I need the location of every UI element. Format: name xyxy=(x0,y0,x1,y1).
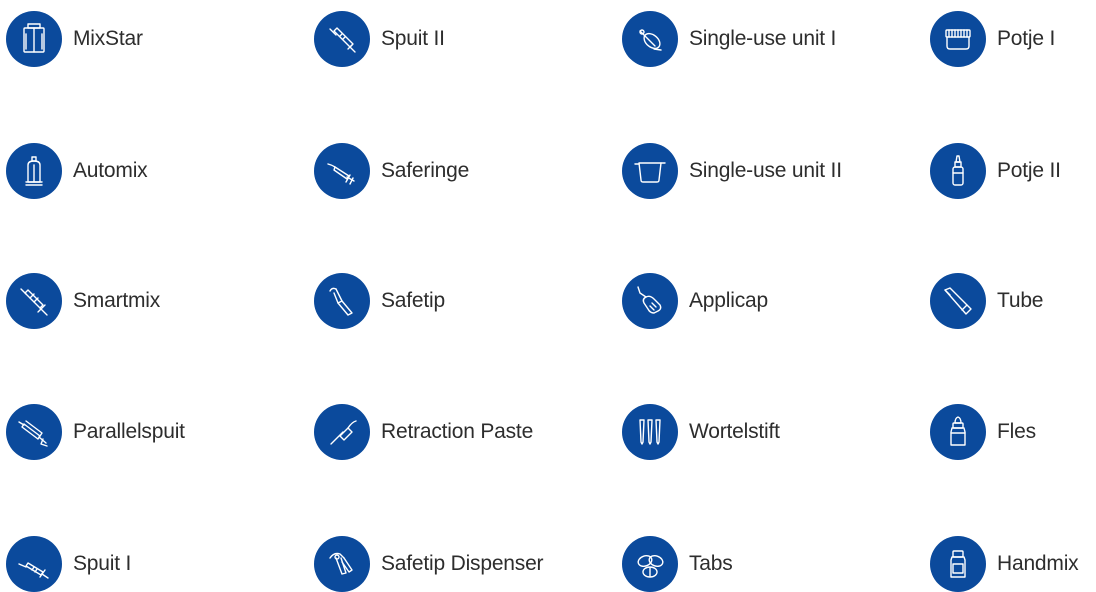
product-item-tube[interactable]: Tube xyxy=(930,273,1043,329)
product-item-fles[interactable]: Fles xyxy=(930,404,1036,460)
tube-icon xyxy=(930,273,986,329)
product-label: Smartmix xyxy=(73,289,161,312)
product-label: Retraction Paste xyxy=(381,420,534,443)
syringe-small-icon xyxy=(6,536,62,592)
product-label: Applicap xyxy=(689,289,768,312)
product-label: Tabs xyxy=(689,552,733,575)
product-item-retraction-paste[interactable]: Retraction Paste xyxy=(314,404,533,460)
product-item-single-use-unit-ii[interactable]: Single-use unit II xyxy=(622,143,842,199)
product-label: Saferinge xyxy=(381,159,470,182)
product-label: Spuit I xyxy=(73,552,132,575)
dropper-bottle-icon xyxy=(930,404,986,460)
product-item-safetip[interactable]: Safetip xyxy=(314,273,445,329)
smartmix-syringe-icon xyxy=(6,273,62,329)
single-use-unit-icon xyxy=(622,11,678,67)
parallel-syringe-icon xyxy=(6,404,62,460)
product-label: Single-use unit I xyxy=(689,27,837,50)
product-item-saferinge[interactable]: Saferinge xyxy=(314,143,469,199)
product-item-tabs[interactable]: Tabs xyxy=(622,536,733,592)
product-item-potje-ii[interactable]: Potje II xyxy=(930,143,1061,199)
product-label: Tube xyxy=(997,289,1044,312)
product-label: Wortelstift xyxy=(689,420,780,443)
product-label: Safetip Dispenser xyxy=(381,552,544,575)
product-item-potje-i[interactable]: Potje I xyxy=(930,11,1055,67)
product-label: Handmix xyxy=(997,552,1079,575)
capsule-icon xyxy=(622,273,678,329)
product-item-mixstar[interactable]: MixStar xyxy=(6,11,143,67)
product-item-parallelspuit[interactable]: Parallelspuit xyxy=(6,404,185,460)
product-item-smartmix[interactable]: Smartmix xyxy=(6,273,160,329)
handmix-jar-icon xyxy=(930,536,986,592)
product-item-safetip-dispenser[interactable]: Safetip Dispenser xyxy=(314,536,544,592)
product-label: Spuit II xyxy=(381,27,445,50)
product-label: MixStar xyxy=(73,27,143,50)
product-item-spuit-ii[interactable]: Spuit II xyxy=(314,11,445,67)
cup-icon xyxy=(622,143,678,199)
retraction-paste-icon xyxy=(314,404,370,460)
jar-icon xyxy=(930,11,986,67)
root-post-icon xyxy=(622,404,678,460)
product-label: Potje I xyxy=(997,27,1056,50)
product-item-automix[interactable]: Automix xyxy=(6,143,148,199)
product-label: Automix xyxy=(73,159,148,182)
automix-cartridge-icon xyxy=(6,143,62,199)
product-item-handmix[interactable]: Handmix xyxy=(930,536,1079,592)
dispenser-gun-icon xyxy=(314,536,370,592)
product-item-spuit-i[interactable]: Spuit I xyxy=(6,536,131,592)
product-grid: MixStar Spuit II Single-use unit I Potje… xyxy=(0,0,1096,592)
product-item-wortelstift[interactable]: Wortelstift xyxy=(622,404,780,460)
safe-syringe-icon xyxy=(314,143,370,199)
bottle-icon xyxy=(930,143,986,199)
product-label: Fles xyxy=(997,420,1036,443)
product-item-applicap[interactable]: Applicap xyxy=(622,273,768,329)
product-label: Single-use unit II xyxy=(689,159,842,182)
syringe-icon xyxy=(314,11,370,67)
tablets-icon xyxy=(622,536,678,592)
product-label: Parallelspuit xyxy=(73,420,185,443)
product-label: Safetip xyxy=(381,289,445,312)
product-item-single-use-unit-i[interactable]: Single-use unit I xyxy=(622,11,836,67)
safetip-icon xyxy=(314,273,370,329)
product-label: Potje II xyxy=(997,159,1061,182)
mixstar-icon xyxy=(6,11,62,67)
